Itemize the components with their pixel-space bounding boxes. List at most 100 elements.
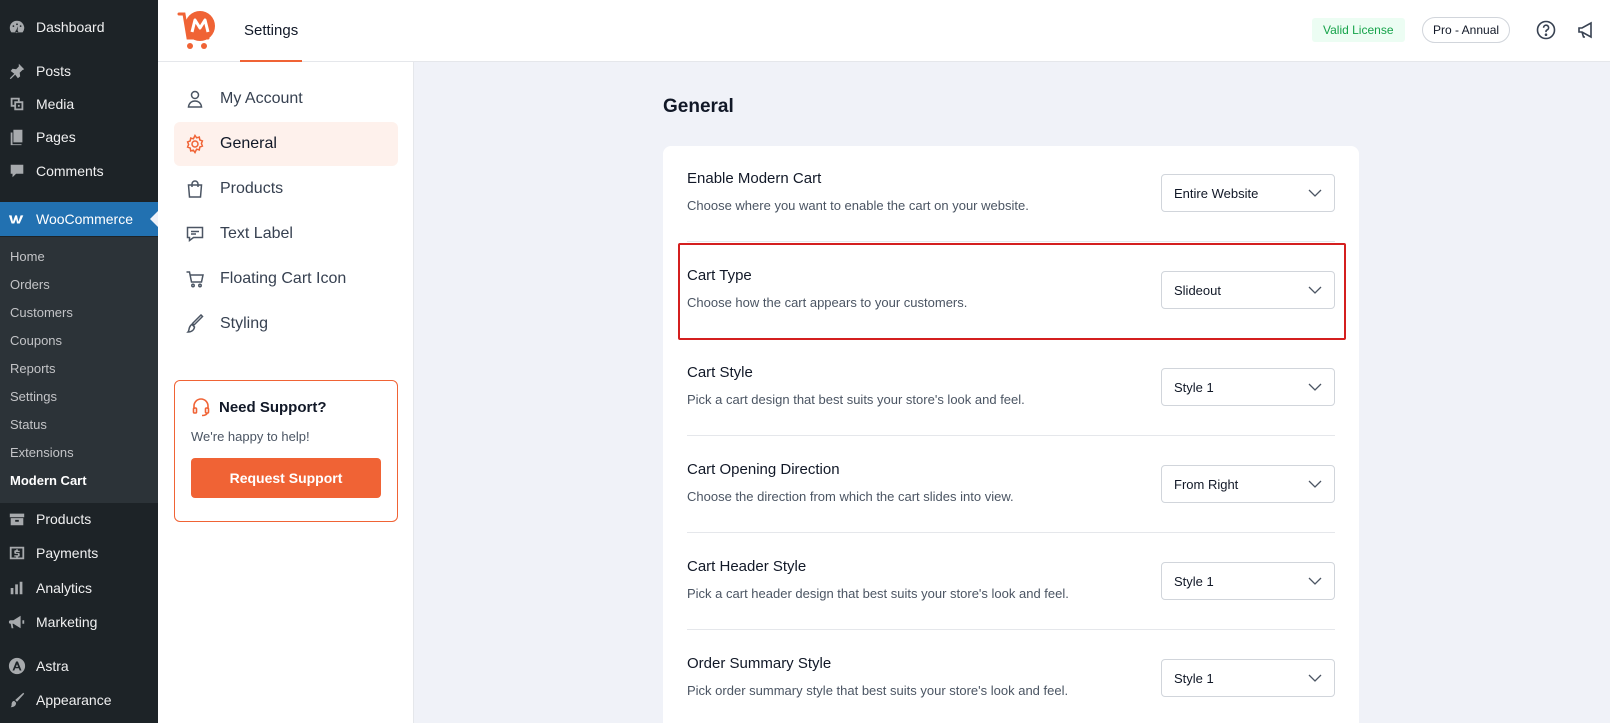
wp-submenu-coupons[interactable]: Coupons: [10, 333, 62, 348]
nav-label: Floating Cart Icon: [220, 270, 347, 287]
nav-text-label[interactable]: Text Label: [174, 212, 398, 256]
wp-menu-label: Comments: [36, 163, 104, 179]
bar-chart-icon: [6, 577, 28, 599]
select-value: Slideout: [1174, 282, 1221, 298]
wp-submenu-orders[interactable]: Orders: [10, 277, 50, 292]
wp-menu-media[interactable]: Media: [0, 87, 158, 121]
enable-modern-cart-select[interactable]: Entire Website: [1161, 174, 1335, 212]
woo-icon: [6, 208, 28, 230]
nav-products[interactable]: Products: [174, 167, 398, 211]
announcement-icon[interactable]: [1575, 19, 1597, 41]
nav-label: Text Label: [220, 225, 293, 242]
nav-my-account[interactable]: My Account: [174, 77, 398, 121]
setting-row-cart-header-style: Cart Header Style Pick a cart header des…: [687, 534, 1335, 630]
nav-styling[interactable]: Styling: [174, 302, 398, 346]
wp-menu-label: Media: [36, 96, 75, 112]
page-title: General: [663, 96, 734, 117]
wp-admin-sidebar: Dashboard Posts Media Pages Comments Woo…: [0, 0, 158, 723]
select-value: Style 1: [1174, 670, 1214, 686]
wp-menu-astra[interactable]: Astra: [0, 649, 158, 683]
bag-icon: [184, 178, 206, 200]
headset-icon: [192, 398, 210, 417]
nav-label: Styling: [220, 315, 269, 332]
top-header: Settings Valid License Pro - Annual: [158, 0, 1610, 62]
wp-menu-label: Dashboard: [36, 19, 105, 35]
wp-menu-label: Payments: [36, 545, 99, 561]
setting-row-enable-modern-cart: Enable Modern Cart Choose where you want…: [687, 146, 1335, 242]
chevron-down-icon: [1308, 674, 1322, 682]
cart-style-select[interactable]: Style 1: [1161, 368, 1335, 406]
wp-submenu-modern-cart[interactable]: Modern Cart: [10, 473, 87, 488]
setting-row-cart-type: Cart Type Choose how the cart appears to…: [687, 243, 1335, 339]
wp-menu-label: Posts: [36, 63, 72, 79]
comment-icon: [6, 160, 28, 182]
support-title: Need Support?: [191, 397, 381, 417]
license-badge: Valid License: [1312, 18, 1405, 42]
brush-icon: [6, 689, 28, 711]
setting-description: Choose how the cart appears to your cust…: [687, 295, 968, 310]
cart-opening-direction-select[interactable]: From Right: [1161, 465, 1335, 503]
support-text: We're happy to help!: [191, 429, 310, 444]
setting-title: Order Summary Style: [687, 655, 832, 672]
wp-submenu-customers[interactable]: Customers: [10, 305, 73, 320]
megaphone-icon: [6, 611, 28, 633]
wp-submenu-home[interactable]: Home: [10, 249, 45, 264]
setting-description: Pick a cart header design that best suit…: [687, 586, 1069, 601]
nav-label: General: [220, 135, 277, 152]
select-value: Style 1: [1174, 573, 1214, 589]
wp-menu-comments[interactable]: Comments: [0, 154, 158, 188]
wp-menu-woocommerce[interactable]: WooCommerce: [0, 202, 158, 236]
order-summary-style-select[interactable]: Style 1: [1161, 659, 1335, 697]
dashboard-icon: [6, 16, 28, 38]
cart-type-select[interactable]: Slideout: [1161, 271, 1335, 309]
nav-general[interactable]: General: [174, 122, 398, 166]
request-support-button[interactable]: Request Support: [191, 458, 381, 498]
setting-description: Pick a cart design that best suits your …: [687, 392, 1025, 407]
brush-icon: [184, 313, 206, 335]
setting-description: Choose the direction from which the cart…: [687, 489, 1014, 504]
wp-menu-posts[interactable]: Posts: [0, 54, 158, 88]
nav-floating-cart-icon[interactable]: Floating Cart Icon: [174, 257, 398, 301]
archive-icon: [6, 508, 28, 530]
chevron-down-icon: [1308, 189, 1322, 197]
astra-icon: [6, 655, 28, 677]
wp-menu-label: Marketing: [36, 614, 98, 630]
chevron-down-icon: [1308, 286, 1322, 294]
select-value: From Right: [1174, 476, 1239, 492]
wp-menu-label: Products: [36, 511, 92, 527]
setting-description: Pick order summary style that best suits…: [687, 683, 1069, 698]
wp-menu-appearance[interactable]: Appearance: [0, 683, 158, 717]
wp-menu-label: Pages: [36, 129, 76, 145]
wp-submenu-reports[interactable]: Reports: [10, 361, 56, 376]
chevron-down-icon: [1308, 480, 1322, 488]
setting-row-order-summary-style: Order Summary Style Pick order summary s…: [687, 631, 1335, 723]
wp-menu-label: Analytics: [36, 580, 93, 596]
wp-submenu-settings[interactable]: Settings: [10, 389, 57, 404]
media-icon: [6, 93, 28, 115]
wp-menu-marketing[interactable]: Marketing: [0, 605, 158, 639]
cart-icon: [184, 268, 206, 290]
cart-header-style-select[interactable]: Style 1: [1161, 562, 1335, 600]
settings-tab[interactable]: Settings: [240, 0, 303, 62]
wp-menu-dashboard[interactable]: Dashboard: [0, 10, 158, 44]
wp-menu-products[interactable]: Products: [0, 502, 158, 536]
wp-menu-label: Astra: [36, 658, 69, 674]
help-icon[interactable]: [1535, 19, 1557, 41]
user-icon: [184, 88, 206, 110]
setting-row-cart-style: Cart Style Pick a cart design that best …: [687, 340, 1335, 436]
wp-menu-pages[interactable]: Pages: [0, 120, 158, 154]
chat-icon: [184, 223, 206, 245]
wp-menu-analytics[interactable]: Analytics: [0, 571, 158, 605]
nav-label: Products: [220, 180, 284, 197]
wp-submenu-extensions[interactable]: Extensions: [10, 445, 74, 460]
chevron-down-icon: [1308, 577, 1322, 585]
setting-row-cart-opening-direction: Cart Opening Direction Choose the direct…: [687, 437, 1335, 533]
select-value: Entire Website: [1174, 185, 1259, 201]
wp-submenu-status[interactable]: Status: [10, 417, 47, 432]
woocommerce-submenu: Home Orders Customers Coupons Reports Se…: [0, 237, 158, 503]
nav-label: My Account: [220, 90, 303, 107]
wp-menu-payments[interactable]: Payments: [0, 536, 158, 570]
wp-menu-label: Appearance: [36, 692, 112, 708]
setting-title: Enable Modern Cart: [687, 170, 822, 187]
chevron-down-icon: [1308, 383, 1322, 391]
